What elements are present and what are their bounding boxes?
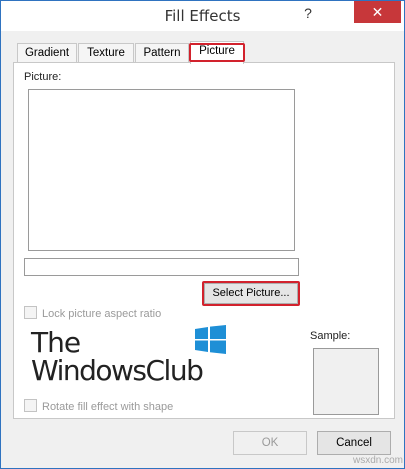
fill-effects-dialog: Fill Effects ? ✕ Gradient Texture Patter… [0, 0, 405, 469]
picture-label: Picture: [24, 71, 62, 83]
site-watermark: wsxdn.com [353, 455, 404, 466]
lock-aspect-row[interactable]: Lock picture aspect ratio [24, 306, 161, 322]
tab-picture[interactable]: Picture [189, 41, 245, 64]
tab-gradient[interactable]: Gradient [17, 43, 77, 63]
select-picture-label: Select Picture... [212, 287, 290, 299]
lock-aspect-checkbox[interactable] [24, 306, 37, 319]
rotate-fill-row[interactable]: Rotate fill effect with shape [24, 399, 173, 415]
sample-preview [313, 348, 379, 415]
cancel-button[interactable]: Cancel [317, 431, 391, 455]
rotate-fill-checkbox[interactable] [24, 399, 37, 412]
select-picture-button[interactable]: Select Picture... [202, 281, 300, 306]
help-button[interactable]: ? [297, 5, 319, 25]
picture-path-field[interactable] [24, 258, 299, 276]
ok-button[interactable]: OK [233, 431, 307, 455]
tab-pattern[interactable]: Pattern [135, 43, 189, 63]
tab-texture[interactable]: Texture [78, 43, 134, 63]
title-bar: Fill Effects ? ✕ [1, 1, 404, 31]
dialog-title: Fill Effects [164, 7, 241, 25]
rotate-fill-label: Rotate fill effect with shape [42, 401, 174, 413]
windowsclub-watermark: The WindowsClub [31, 321, 241, 391]
close-button[interactable]: ✕ [354, 1, 401, 23]
lock-aspect-label: Lock picture aspect ratio [42, 308, 162, 320]
sample-label: Sample: [310, 330, 351, 342]
windows-logo-icon [195, 325, 226, 354]
picture-preview [28, 89, 295, 251]
tab-picture-label: Picture [199, 45, 235, 57]
watermark-line2: WindowsClub [31, 354, 204, 387]
